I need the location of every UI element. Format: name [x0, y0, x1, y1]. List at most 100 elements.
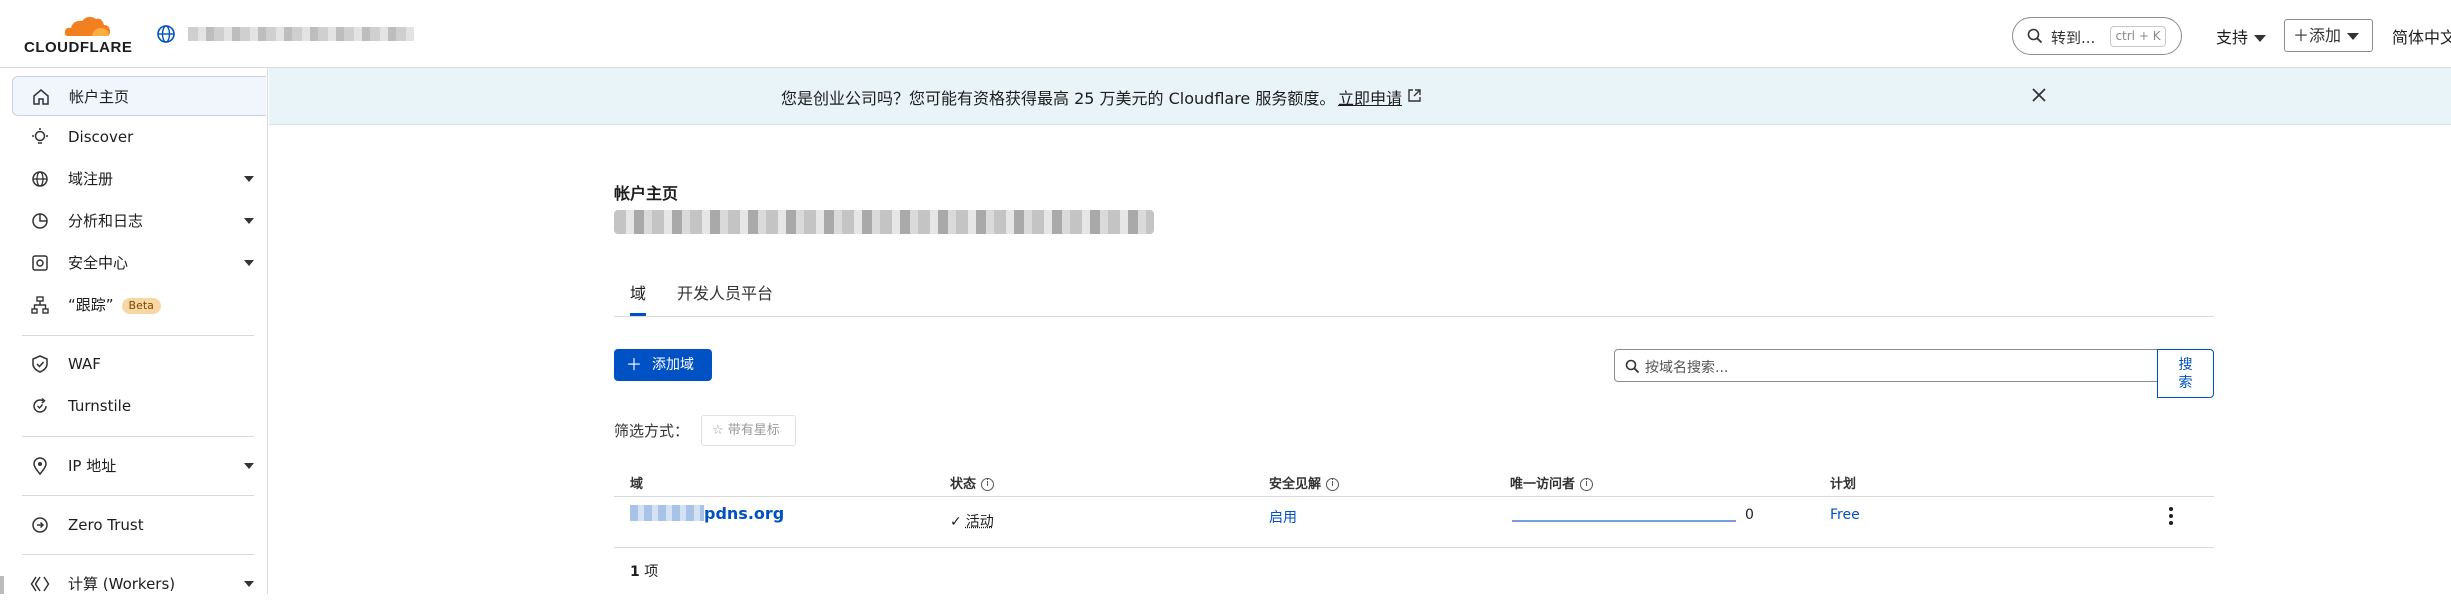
account-name-redacted[interactable] [188, 27, 414, 41]
support-menu[interactable]: 支持 [2216, 24, 2267, 48]
page-title: 帐户主页 [614, 184, 679, 203]
sidebar-item-waf[interactable]: WAF [12, 344, 266, 384]
close-icon[interactable] [2028, 84, 2050, 106]
search-placeholder: 按域名搜索... [1645, 360, 1729, 376]
support-label: 支持 [2216, 28, 2249, 47]
column-header-status[interactable]: 状态 i [950, 473, 995, 492]
trace-icon [31, 296, 49, 314]
chevron-down-icon [244, 218, 254, 224]
beta-badge: Beta [121, 297, 161, 314]
info-icon[interactable]: i [1326, 478, 1340, 491]
more-options-icon[interactable] [2166, 505, 2176, 527]
globe-icon [32, 171, 48, 187]
chevron-down-icon [244, 176, 254, 182]
sidebar-divider [22, 335, 254, 336]
search-icon [1625, 359, 1640, 374]
home-icon [33, 89, 49, 105]
zero-trust-icon [32, 517, 48, 533]
search-icon [2027, 28, 2043, 44]
tabs-divider [614, 316, 2214, 317]
visitors-value: 0 [1745, 507, 1754, 523]
sidebar-item-domain-registration[interactable]: 域注册 [12, 159, 266, 199]
sidebar-divider [22, 436, 254, 437]
banner-text: 您是创业公司吗？您可能有资格获得最高 25 万美元的 Cloudflare 服务… [781, 89, 1336, 108]
search-button[interactable]: 搜索 [2157, 349, 2214, 398]
globe-icon [157, 25, 175, 43]
chevron-down-icon [2254, 35, 2267, 42]
quick-search[interactable]: 转到... ctrl + K [2012, 17, 2182, 55]
security-insights-link[interactable]: 启用 [1269, 507, 1297, 527]
quick-search-label: 转到... [2051, 29, 2096, 47]
tab-developer-platform[interactable]: 开发人员平台 [677, 280, 773, 316]
sidebar-item-discover[interactable]: Discover [12, 117, 266, 157]
top-bar: CLOUDFLARE 转到... ctrl + K 支持 ＋添加 简体中文 [0, 0, 2451, 68]
search-button-label: 搜索 [2178, 357, 2193, 391]
promo-banner: 您是创业公司吗？您可能有资格获得最高 25 万美元的 Cloudflare 服务… [269, 68, 2451, 125]
domain-prefix-redacted [630, 505, 704, 521]
table-row-divider [614, 547, 2214, 548]
sidebar-divider [22, 495, 254, 496]
column-header-unique-visitors[interactable]: 唯一访问者 i [1510, 473, 1594, 492]
chevron-down-icon [244, 260, 254, 266]
tab-domains[interactable]: 域 [630, 280, 647, 316]
sidebar-item-security-center[interactable]: 安全中心 [12, 243, 266, 283]
apply-now-link[interactable]: 立即申请 [1338, 85, 1402, 109]
starred-filter-button[interactable]: ☆ 带有星标 [701, 415, 796, 446]
column-header-plan[interactable]: 计划 [1830, 473, 1856, 492]
domain-search-input[interactable]: 按域名搜索... [1614, 349, 2158, 382]
account-email-redacted [614, 210, 1154, 234]
logo-text: CLOUDFLARE [24, 39, 133, 56]
scrollbar[interactable] [0, 576, 4, 594]
sidebar-item-zero-trust[interactable]: Zero Trust [12, 505, 266, 545]
sidebar-item-label: Discover [68, 128, 134, 146]
star-icon: ☆ [712, 423, 724, 438]
table-header-divider [614, 496, 2214, 497]
sidebar-item-workers[interactable]: 计算 (Workers) [12, 564, 266, 604]
external-link-icon [1408, 89, 1421, 102]
header-label: 唯一访问者 [1510, 477, 1576, 492]
count-value: 1 [630, 564, 640, 580]
add-domain-label: 添加域 [652, 357, 694, 373]
sidebar-item-label: 帐户主页 [69, 88, 130, 106]
plan-link[interactable]: Free [1830, 507, 1860, 523]
workers-icon [30, 576, 50, 592]
shield-center-icon [32, 255, 48, 271]
info-icon[interactable]: i [981, 478, 995, 491]
header-label: 域 [630, 477, 644, 492]
status-value[interactable]: 活动 [966, 514, 994, 530]
add-label: 添加 [2309, 26, 2342, 45]
sidebar-item-analytics-logs[interactable]: 分析和日志 [12, 201, 266, 241]
waf-shield-icon [32, 355, 48, 373]
sidebar-divider [22, 554, 254, 555]
filter-label: 筛选方式： [614, 422, 690, 440]
sidebar-item-label: Zero Trust [68, 516, 144, 534]
count-unit: 项 [644, 564, 659, 580]
sidebar-item-ip-addresses[interactable]: IP 地址 [12, 446, 266, 486]
sidebar-item-turnstile[interactable]: Turnstile [12, 386, 266, 426]
language-selector[interactable]: 简体中文 [2392, 24, 2451, 48]
sidebar-item-label: 域注册 [68, 170, 114, 188]
column-header-domain[interactable]: 域 [630, 473, 643, 492]
visitors-sparkline [1512, 520, 1736, 522]
status-cell: ✓ 活动 [950, 511, 994, 531]
header-label: 安全见解 [1269, 477, 1322, 492]
sidebar-item-label: “跟踪” [68, 296, 114, 314]
result-count: 1 项 [630, 561, 658, 581]
starred-label: 带有星标 [727, 423, 780, 438]
plus-icon: ＋ [626, 355, 643, 374]
chevron-down-icon [244, 463, 254, 469]
chart-clock-icon [32, 213, 48, 229]
sidebar-item-trace[interactable]: “跟踪” Beta [12, 285, 266, 325]
sidebar-item-label: WAF [68, 355, 101, 373]
add-button[interactable]: ＋添加 [2284, 19, 2373, 52]
cloud-logo-icon [64, 16, 110, 36]
add-domain-button[interactable]: ＋ 添加域 [614, 349, 712, 381]
sidebar-item-account-home[interactable]: 帐户主页 [12, 76, 266, 116]
header-label: 计划 [1830, 477, 1857, 492]
column-header-security-insights[interactable]: 安全见解 i [1269, 473, 1340, 492]
sidebar-item-label: 分析和日志 [68, 212, 144, 230]
info-icon[interactable]: i [1580, 478, 1594, 491]
chevron-down-icon [244, 581, 254, 587]
cloudflare-logo[interactable]: CLOUDFLARE [24, 14, 134, 56]
domain-link[interactable]: pdns.org [704, 504, 784, 523]
